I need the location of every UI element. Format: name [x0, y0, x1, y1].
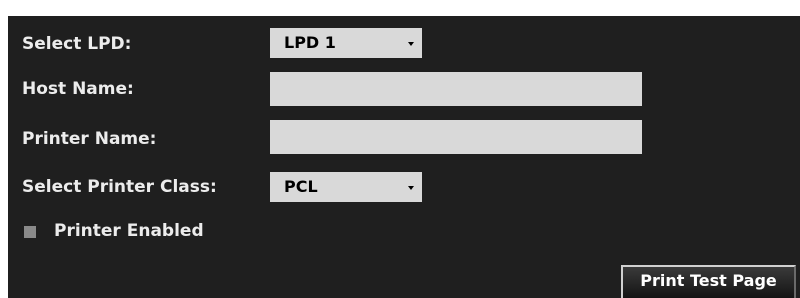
printer-enabled-label: Printer Enabled	[54, 221, 204, 241]
caret-down-icon	[408, 186, 414, 190]
print-test-page-button[interactable]: Print Test Page	[621, 265, 796, 298]
printer-class-dropdown[interactable]: PCL	[270, 172, 422, 202]
host-name-input[interactable]	[270, 72, 642, 106]
caret-down-icon	[408, 42, 414, 46]
select-lpd-dropdown[interactable]: LPD 1	[270, 28, 422, 58]
select-lpd-label: Select LPD:	[22, 34, 132, 54]
host-name-label: Host Name:	[22, 79, 134, 99]
printer-class-value: PCL	[284, 177, 318, 196]
lpd-settings-panel: Select LPD: LPD 1 Host Name: Printer Nam…	[8, 16, 800, 298]
select-lpd-value: LPD 1	[284, 33, 336, 52]
printer-name-input[interactable]	[270, 120, 642, 154]
printer-enabled-checkbox[interactable]	[24, 226, 36, 238]
printer-class-label: Select Printer Class:	[22, 177, 217, 197]
printer-name-label: Printer Name:	[22, 129, 157, 149]
